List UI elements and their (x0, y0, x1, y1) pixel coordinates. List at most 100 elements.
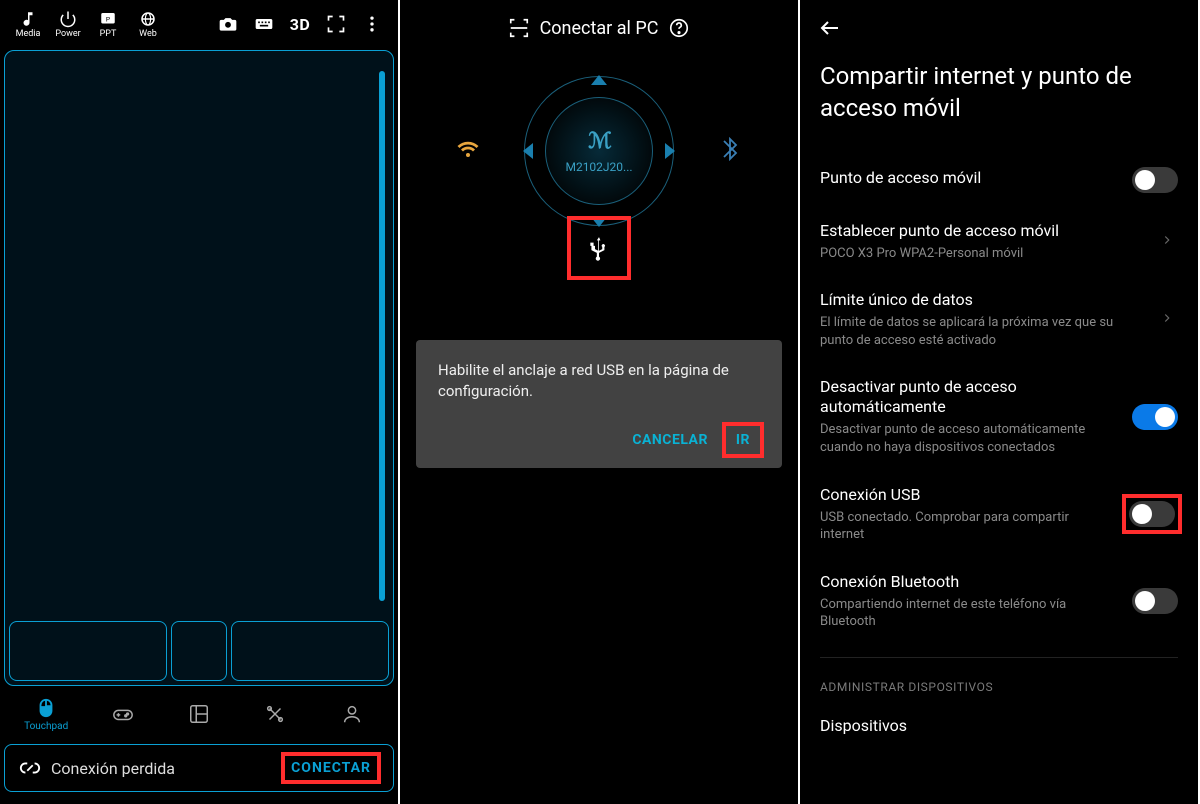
svg-text:P: P (106, 15, 111, 23)
media-button[interactable]: Media (8, 10, 48, 39)
scan-icon[interactable] (508, 17, 530, 39)
mouse-buttons (5, 621, 393, 685)
setting-bt-tether[interactable]: Conexión Bluetooth Compartiendo internet… (800, 558, 1198, 645)
bluetooth-icon (718, 137, 742, 161)
connect-button[interactable]: CONECTAR (283, 754, 379, 782)
device-ring[interactable]: ℳ M2102J20... (524, 76, 674, 226)
ie-icon (139, 10, 157, 28)
more-vert-icon (362, 14, 382, 34)
top-toolbar: Media Power P PPT Web 3D (0, 0, 398, 48)
limit-label: Límite único de datos (820, 290, 1142, 310)
setting-auto-off[interactable]: Desactivar punto de acceso automáticamen… (800, 363, 1198, 470)
connect-button-label: CONECTAR (291, 760, 371, 776)
connection-status-bar: Conexión perdida CONECTAR (4, 744, 394, 792)
setting-data-limit[interactable]: Límite único de datos El límite de datos… (800, 276, 1198, 363)
usb-toggle-highlight (1126, 498, 1178, 530)
mouse-middle[interactable] (171, 621, 228, 681)
setup-sub: POCO X3 Pro WPA2-Personal móvil (820, 245, 1142, 263)
usb-toggle[interactable] (1129, 501, 1175, 527)
mouse-left[interactable] (9, 621, 167, 681)
web-button[interactable]: Web (128, 10, 168, 39)
connect-pc-title: Conectar al PC (540, 18, 659, 39)
power-button[interactable]: Power (48, 10, 88, 39)
nav-touchpad-label: Touchpad (24, 721, 68, 732)
chevron-right-icon (1160, 310, 1178, 329)
dialog-go-label: IR (736, 432, 750, 448)
divider (820, 657, 1178, 658)
3d-button[interactable]: 3D (282, 6, 318, 42)
touchpad-scrollbar[interactable] (379, 71, 385, 601)
bt-toggle[interactable] (1132, 588, 1178, 614)
tools-icon (264, 703, 286, 725)
bt-sub: Compartiendo internet de este teléfono v… (820, 596, 1114, 631)
usb-label: Conexión USB (820, 485, 1108, 505)
panel-remote-app: Media Power P PPT Web 3D (0, 0, 400, 804)
gamepad-icon (112, 703, 134, 725)
dialog-buttons: CANCELAR IR (438, 426, 760, 454)
limit-sub: El límite de datos se aplicará la próxim… (820, 314, 1142, 349)
usb-icon (586, 235, 612, 261)
dialog-go-button[interactable]: IR (726, 426, 760, 454)
nav-game[interactable] (88, 703, 158, 725)
setting-setup-hotspot[interactable]: Establecer punto de acceso móvil POCO X3… (800, 207, 1198, 277)
arrow-left-icon (818, 16, 842, 40)
camera-icon (218, 14, 238, 34)
panel-hotspot-settings: Compartir internet y punto de acceso móv… (800, 0, 1200, 804)
device-ring-inner: ℳ M2102J20... (545, 97, 653, 205)
hotspot-label: Punto de acceso móvil (820, 168, 1114, 188)
setting-usb-tether[interactable]: Conexión USB USB conectado. Comprobar pa… (800, 471, 1198, 558)
chevron-right-icon (1160, 232, 1178, 251)
touchpad-area[interactable] (4, 50, 394, 686)
nav-tools[interactable] (240, 703, 310, 725)
touchpad-surface[interactable] (5, 51, 393, 621)
ppt-icon: P (99, 10, 117, 28)
setting-devices[interactable]: Dispositivos (800, 702, 1198, 754)
autooff-label: Desactivar punto de acceso automáticamen… (820, 377, 1114, 417)
person-icon (341, 703, 363, 725)
web-label: Web (139, 29, 157, 39)
bt-label: Conexión Bluetooth (820, 572, 1114, 592)
bottom-nav: Touchpad (4, 686, 394, 742)
ppt-button[interactable]: P PPT (88, 10, 128, 39)
connection-status-text: Conexión perdida (51, 759, 273, 778)
usb-button[interactable] (571, 220, 627, 276)
keyboard-icon (254, 14, 274, 34)
nav-profile[interactable] (317, 703, 387, 725)
mouse-icon (35, 697, 57, 719)
back-button[interactable] (800, 0, 1198, 56)
usb-sub: USB conectado. Comprobar para compartir … (820, 509, 1108, 544)
power-icon (59, 10, 77, 28)
ppt-label: PPT (100, 29, 117, 39)
device-logo: ℳ (588, 129, 610, 154)
nav-touchpad[interactable]: Touchpad (11, 697, 81, 732)
usb-tether-dialog: Habilite el anclaje a red USB en la pági… (416, 340, 782, 468)
hotspot-toggle[interactable] (1132, 167, 1178, 193)
nav-panels[interactable] (164, 703, 234, 725)
fullscreen-button[interactable] (318, 6, 354, 42)
mouse-right[interactable] (231, 621, 389, 681)
layout-icon (188, 703, 210, 725)
device-name: M2102J20... (565, 160, 632, 174)
dialog-message: Habilite el anclaje a red USB en la pági… (438, 360, 760, 402)
setting-mobile-hotspot[interactable]: Punto de acceso móvil (800, 153, 1198, 207)
help-icon[interactable] (668, 17, 690, 39)
section-manage-devices: ADMINISTRAR DISPOSITIVOS (800, 670, 1198, 702)
panel-connect-pc: Conectar al PC ℳ M2102J20... Habilite el… (400, 0, 800, 804)
dialog-cancel-button[interactable]: CANCELAR (632, 432, 708, 448)
bluetooth-button[interactable] (712, 131, 748, 167)
settings-title: Compartir internet y punto de acceso móv… (800, 56, 1198, 153)
autooff-sub: Desactivar punto de acceso automáticamen… (820, 421, 1114, 456)
overflow-button[interactable] (354, 6, 390, 42)
wifi-button[interactable] (450, 131, 486, 167)
power-label: Power (55, 29, 80, 39)
devices-label: Dispositivos (820, 716, 1172, 736)
3d-label: 3D (290, 15, 311, 34)
autooff-toggle[interactable] (1132, 404, 1178, 430)
connect-pc-header: Conectar al PC (400, 0, 798, 56)
media-label: Media (16, 29, 41, 39)
keyboard-button[interactable] (246, 6, 282, 42)
camera-button[interactable] (210, 6, 246, 42)
link-off-icon (19, 757, 41, 779)
music-icon (19, 10, 37, 28)
fullscreen-icon (326, 14, 346, 34)
